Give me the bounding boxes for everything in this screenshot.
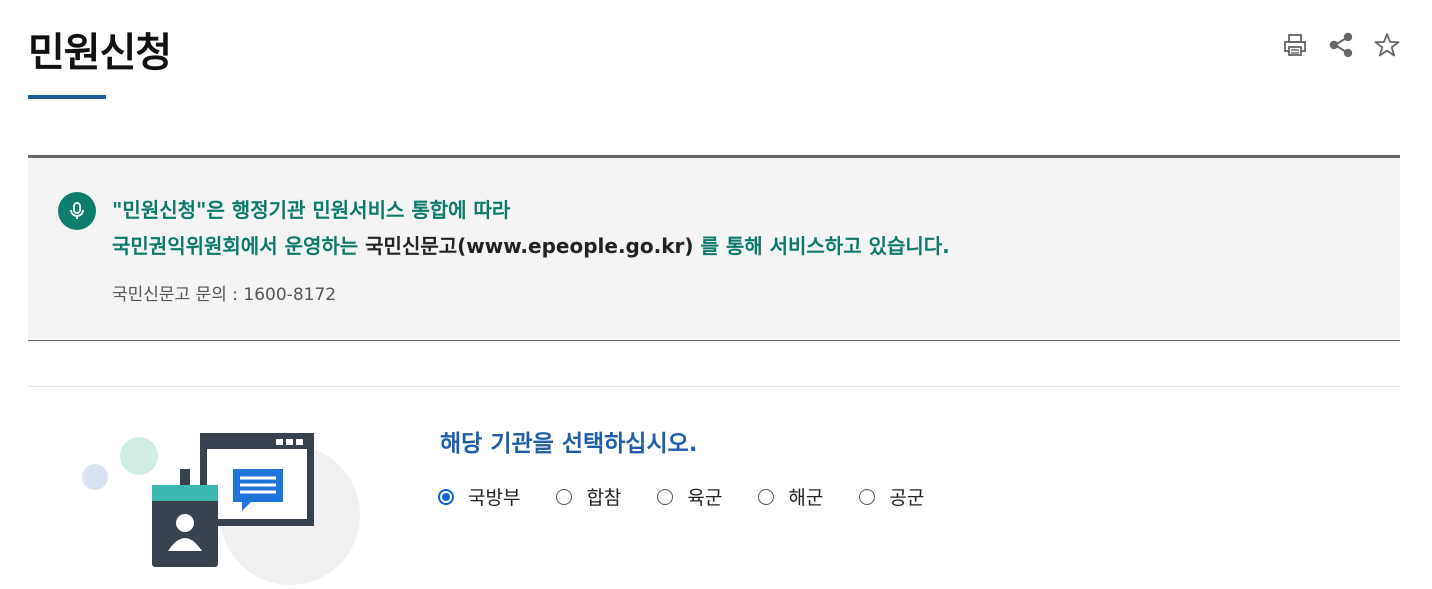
radio-label: 국방부 (468, 487, 521, 509)
notice-line2-prefix: 국민권익위원회에서 운영하는 (112, 234, 366, 258)
microphone-icon (58, 192, 96, 230)
notice-text-line2: 국민권익위원회에서 운영하는 국민신문고(www.epeople.go.kr) … (112, 230, 950, 259)
radio-label: 합참 (586, 487, 622, 509)
radio-label: 해군 (788, 487, 824, 509)
radio-button[interactable] (859, 488, 876, 505)
radio-option-army[interactable]: 육군 (657, 483, 722, 510)
share-icon[interactable] (1326, 30, 1356, 60)
section-divider (28, 386, 1400, 387)
agency-radio-group: 국방부 합참 육군 해군 공군 (438, 483, 960, 510)
notice-line2-suffix: 를 통해 서비스하고 있습니다. (693, 234, 950, 258)
epeople-link[interactable]: 국민신문고(www.epeople.go.kr) (365, 234, 693, 258)
radio-option-mnd[interactable]: 국방부 (438, 483, 520, 510)
print-icon[interactable] (1280, 30, 1310, 60)
notice-contact: 국민신문고 문의 : 1600-8172 (112, 285, 337, 305)
radio-option-airforce[interactable]: 공군 (859, 483, 924, 510)
radio-option-jcs[interactable]: 합참 (556, 483, 621, 510)
title-underline (28, 95, 106, 99)
page-tools (1280, 30, 1402, 60)
radio-button[interactable] (758, 488, 775, 505)
radio-option-navy[interactable]: 해군 (758, 483, 823, 510)
notice-text-line1: "민원신청"은 행정기관 민원서비스 통합에 따라 (112, 198, 511, 222)
page-title: 민원신청 (28, 30, 172, 76)
radio-label: 육군 (687, 487, 723, 509)
radio-label: 공군 (889, 487, 925, 509)
radio-button[interactable] (657, 488, 674, 505)
star-icon[interactable] (1372, 30, 1402, 60)
complaint-illustration (70, 425, 370, 585)
agency-select-prompt: 해당 기관을 선택하십시오. (440, 431, 698, 457)
notice-box: "민원신청"은 행정기관 민원서비스 통합에 따라 국민권익위원회에서 운영하는… (28, 155, 1400, 341)
radio-button-checked[interactable] (438, 488, 454, 505)
radio-button[interactable] (556, 488, 573, 505)
